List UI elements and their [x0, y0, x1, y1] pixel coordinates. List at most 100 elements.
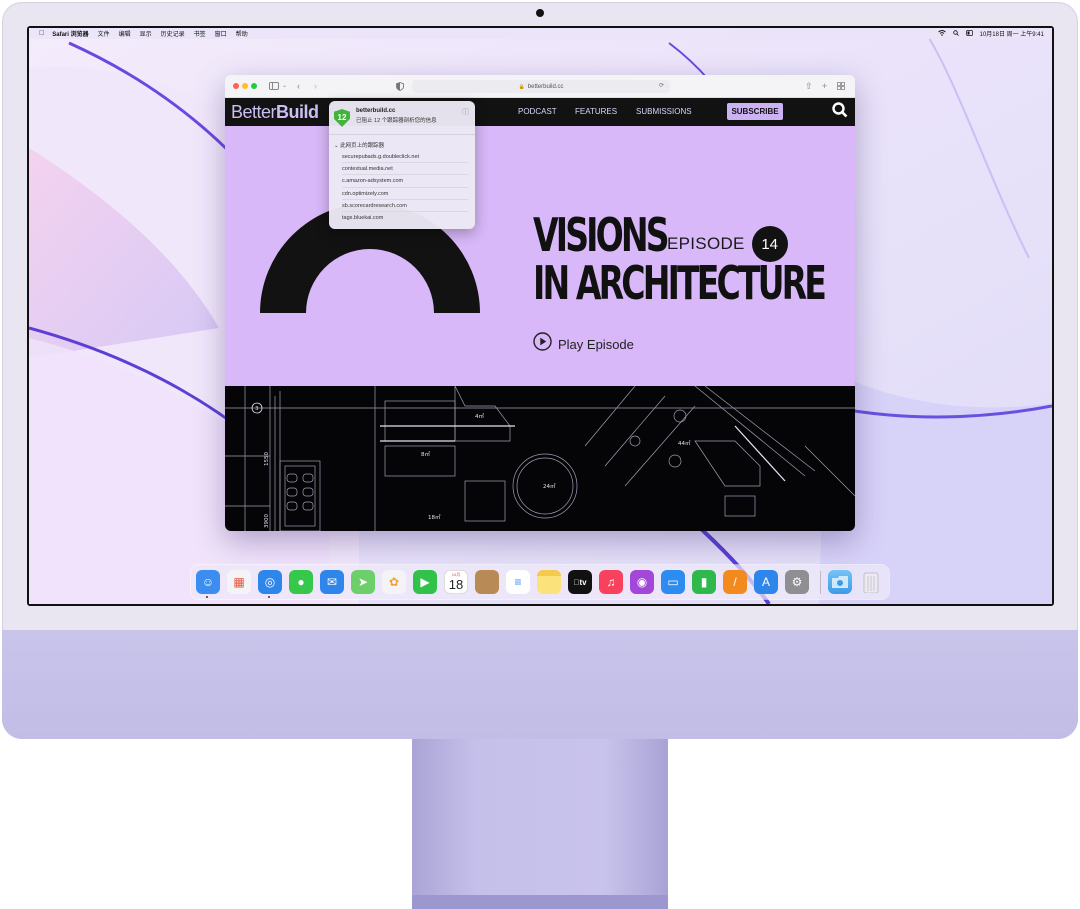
popover-divider — [329, 134, 475, 135]
app-store-icon[interactable]: A — [754, 570, 778, 594]
trash-icon[interactable] — [859, 570, 883, 594]
lock-icon: 🔒 — [518, 83, 525, 90]
menu-bar:  Safari 浏览器 文件 编辑 显示 历史记录 书签 窗口 帮助 10月1… — [29, 28, 1052, 39]
photos-icon[interactable]: ✿ — [382, 570, 406, 594]
info-icon[interactable]: ⓘ — [462, 107, 469, 117]
menu-file[interactable]: 文件 — [98, 29, 110, 38]
contacts-icon[interactable] — [475, 570, 499, 594]
maps-icon[interactable]: ➤ — [351, 570, 375, 594]
imac-stand — [412, 739, 668, 909]
zoom-window-button[interactable] — [251, 83, 257, 89]
nav-submissions[interactable]: SUBMISSIONS — [636, 107, 692, 116]
blueprint-drawing: 4㎡ 8㎡ 24㎡ 44㎡ 18㎡ 1550 3900 3 — [225, 385, 855, 531]
control-center-icon[interactable] — [965, 29, 973, 38]
tracker-list: securepubads.g.doubleclick.net contextua… — [342, 151, 468, 224]
minimize-window-button[interactable] — [242, 83, 248, 89]
address-bar[interactable]: 🔒 betterbuild.cc ⟳ — [412, 80, 670, 93]
running-indicator — [206, 596, 208, 598]
chevron-down-icon: ⌄ — [334, 143, 339, 149]
menu-safari[interactable]: Safari 浏览器 — [52, 29, 88, 38]
tracker-item[interactable]: c.amazon-adsystem.com — [342, 175, 468, 188]
new-tab-icon[interactable]: + — [822, 80, 827, 92]
imac-chin — [2, 630, 1078, 739]
menubar-clock[interactable]: 10月18日 周一 上午9:41 — [980, 29, 1044, 38]
blueprint-label-1: 4㎡ — [475, 412, 484, 420]
logo-bold-text: Build — [276, 102, 319, 122]
menu-view[interactable]: 显示 — [140, 29, 152, 38]
tracker-shield-icon: 12 — [334, 109, 350, 127]
address-text: betterbuild.cc — [527, 83, 564, 90]
blueprint-label-8: 3 — [255, 406, 259, 412]
blueprint-image: 4㎡ 8㎡ 24㎡ 44㎡ 18㎡ 1550 3900 3 — [225, 385, 855, 531]
downloads-folder-icon[interactable] — [828, 570, 852, 594]
reminders-icon[interactable]: ≡ — [506, 570, 530, 594]
numbers-icon[interactable]: ▮ — [692, 570, 716, 594]
pages-icon[interactable]: / — [723, 570, 747, 594]
menu-edit[interactable]: 编辑 — [119, 29, 131, 38]
nav-podcast[interactable]: PODCAST — [518, 107, 557, 116]
camera — [536, 9, 544, 17]
apple-menu-icon[interactable]:  — [39, 30, 44, 37]
chevron-down-icon[interactable]: ⌄ — [282, 80, 287, 92]
system-preferences-icon[interactable]: ⚙ — [785, 570, 809, 594]
privacy-report-icon[interactable] — [396, 80, 404, 94]
calendar-icon[interactable]: 10月 18 — [444, 570, 468, 594]
notes-icon[interactable] — [537, 570, 561, 594]
site-header: BetterBuild PODCAST FEATURES SUBMISSIONS… — [225, 98, 855, 126]
back-icon[interactable]: ‹ — [297, 80, 300, 92]
menu-help[interactable]: 帮助 — [236, 29, 248, 38]
logo-light-text: Better — [231, 102, 277, 122]
close-window-button[interactable] — [233, 83, 239, 89]
popover-site: betterbuild.cc — [356, 108, 396, 114]
mail-icon[interactable]: ✉ — [320, 570, 344, 594]
safari-icon[interactable]: ◎ — [258, 570, 282, 594]
trackers-section-title: 此网页上的跟踪器 — [340, 143, 385, 149]
running-indicator — [268, 596, 270, 598]
blueprint-label-2: 8㎡ — [421, 450, 430, 458]
search-icon[interactable] — [832, 102, 848, 123]
tab-overview-icon[interactable] — [837, 80, 845, 93]
tracker-item[interactable]: securepubads.g.doubleclick.net — [342, 151, 468, 164]
launchpad-icon[interactable]: ▦ — [227, 570, 251, 594]
translate-reload-icon[interactable]: ⟳ — [659, 80, 664, 93]
menu-window[interactable]: 窗口 — [215, 29, 227, 38]
wifi-icon[interactable] — [937, 29, 946, 38]
music-icon[interactable]: ♫ — [599, 570, 623, 594]
sidebar-icon[interactable] — [269, 80, 279, 93]
safari-window: ⌄ ‹ › 🔒 betterbuild.cc ⟳ ⇧ + BetterBuild… — [225, 75, 855, 531]
episode-number: 14 — [751, 226, 788, 262]
blueprint-label-5: 18㎡ — [428, 513, 441, 521]
subscribe-button[interactable]: SUBSCRIBE — [727, 103, 783, 120]
hero-section: VISIONS IN ARCHITECTURE EPISODE 14 Play … — [225, 126, 855, 386]
menu-bookmarks[interactable]: 书签 — [194, 29, 206, 38]
blueprint-label-3: 24㎡ — [543, 482, 556, 490]
menu-history[interactable]: 历史记录 — [161, 29, 185, 38]
tv-label: tv — [573, 577, 586, 587]
tracker-item[interactable]: contextual.media.net — [342, 163, 468, 176]
play-episode-button[interactable]: Play Episode — [533, 332, 634, 356]
trackers-section-toggle[interactable]: ⌄ 此网页上的跟踪器 — [334, 141, 384, 149]
play-icon — [533, 332, 552, 356]
forward-icon[interactable]: › — [314, 80, 317, 92]
privacy-report-popover: 12 betterbuild.cc 已阻止 12 个跟踪器剖析您的信息 ⓘ ⌄ … — [329, 101, 475, 229]
site-logo[interactable]: BetterBuild — [231, 102, 319, 123]
tracker-item[interactable]: sb.scorecardresearch.com — [342, 200, 468, 212]
tv-icon[interactable]: tv — [568, 570, 592, 594]
dock-separator — [820, 571, 821, 594]
spotlight-icon[interactable] — [952, 29, 959, 38]
tracker-item[interactable]: cdn.optimizely.com — [342, 188, 468, 200]
episode-badge: EPISODE 14 — [667, 226, 788, 262]
nav-features[interactable]: FEATURES — [575, 107, 617, 116]
dock: ☺ ▦ ◎ ● ✉ ➤ ✿ ▶ 10月18 ≡ tv ♫ ◉ ▭ ▮ / A ⚙ — [191, 565, 889, 599]
play-episode-label: Play Episode — [558, 336, 634, 352]
messages-icon[interactable]: ● — [289, 570, 313, 594]
finder-icon[interactable]: ☺ — [196, 570, 220, 594]
keynote-icon[interactable]: ▭ — [661, 570, 685, 594]
facetime-icon[interactable]: ▶ — [413, 570, 437, 594]
podcasts-icon[interactable]: ◉ — [630, 570, 654, 594]
tracker-item[interactable]: tags.bluekai.com — [342, 212, 468, 224]
safari-toolbar: ⌄ ‹ › 🔒 betterbuild.cc ⟳ ⇧ + — [225, 75, 855, 98]
screen:  Safari 浏览器 文件 编辑 显示 历史记录 书签 窗口 帮助 10月1… — [29, 28, 1052, 604]
title-line-2: IN ARCHITECTURE — [533, 256, 827, 310]
share-icon[interactable]: ⇧ — [805, 80, 813, 92]
